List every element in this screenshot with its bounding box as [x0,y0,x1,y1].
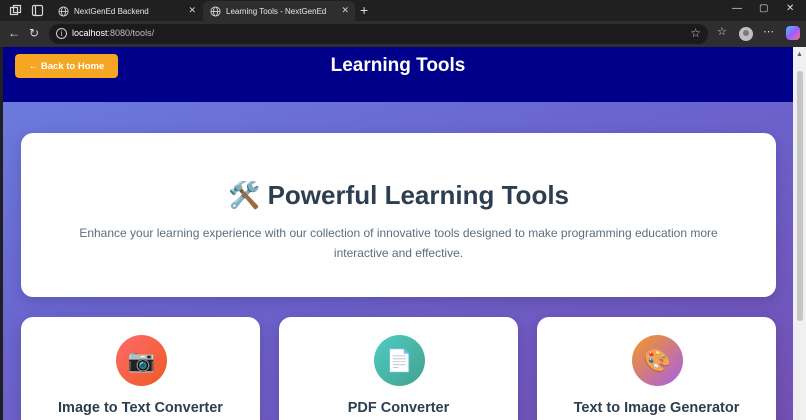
tab-nextgened-backend[interactable]: NextGenEd Backend ✕ [50,1,202,21]
globe-icon [210,5,221,17]
tool-card-image-to-text[interactable]: 📷 Image to Text Converter [21,317,260,420]
tab-title: Learning Tools - NextGenEd [226,6,327,16]
scroll-up-icon[interactable]: ▲ [796,51,803,58]
hero-title-text: Powerful Learning Tools [267,180,570,210]
scrollbar-thumb[interactable] [797,71,803,321]
tools-icon: 🛠️ [227,180,261,210]
profile-avatar[interactable] [739,27,753,41]
workspaces-icon[interactable] [9,4,22,17]
site-info-icon[interactable]: i [56,28,67,39]
tool-card-title: Text to Image Generator [573,400,740,416]
tab-learning-tools[interactable]: Learning Tools - NextGenEd ✕ [203,1,355,21]
globe-icon [58,5,69,17]
url-text[interactable]: localhost:8080/tools/ [72,28,154,38]
page-title: Learning Tools [330,55,466,76]
more-menu-icon[interactable]: ⋯ [763,25,774,38]
maximize-button[interactable]: ▢ [759,3,768,14]
page-scrollbar[interactable]: ▲ [793,47,806,420]
address-bar[interactable]: i localhost:8080/tools/ ☆ [49,24,708,44]
camera-icon: 📷 [116,335,167,386]
tab-strip: NextGenEd Backend ✕ Learning Tools - Nex… [0,0,806,21]
tool-card-pdf-converter[interactable]: 📄 PDF Converter [279,317,518,420]
close-tab-icon[interactable]: ✕ [188,5,196,16]
new-tab-button[interactable]: + [360,2,368,18]
tool-card-title: PDF Converter [347,400,450,416]
close-tab-icon[interactable]: ✕ [341,5,349,16]
tab-actions-icon[interactable] [31,4,44,17]
refresh-icon[interactable]: ↻ [29,26,39,40]
tool-card-text-to-image[interactable]: 🎨 Text to Image Generator [537,317,776,420]
hero-title: 🛠️ Powerful Learning Tools [21,180,776,211]
copilot-icon[interactable] [786,26,800,40]
minimize-button[interactable]: — [732,3,742,14]
hero-description: Enhance your learning experience with ou… [79,226,718,260]
address-toolbar: ← ↻ i localhost:8080/tools/ ☆ ☆ ⋯ [0,21,806,47]
site-header: ← Back to Home Learning Tools [3,47,793,102]
favorites-icon[interactable]: ☆ [717,25,727,38]
document-icon: 📄 [374,335,425,386]
palette-icon: 🎨 [632,335,683,386]
page-viewport: ← Back to Home Learning Tools 🛠️ Powerfu… [3,47,793,420]
back-arrow-icon[interactable]: ← [8,26,20,40]
tab-title: NextGenEd Backend [74,6,149,16]
tool-card-title: Image to Text Converter [58,400,223,416]
hero-card: 🛠️ Powerful Learning Tools Enhance your … [21,133,776,297]
close-window-button[interactable]: ✕ [786,3,794,14]
favorite-star-icon[interactable]: ☆ [690,26,701,40]
